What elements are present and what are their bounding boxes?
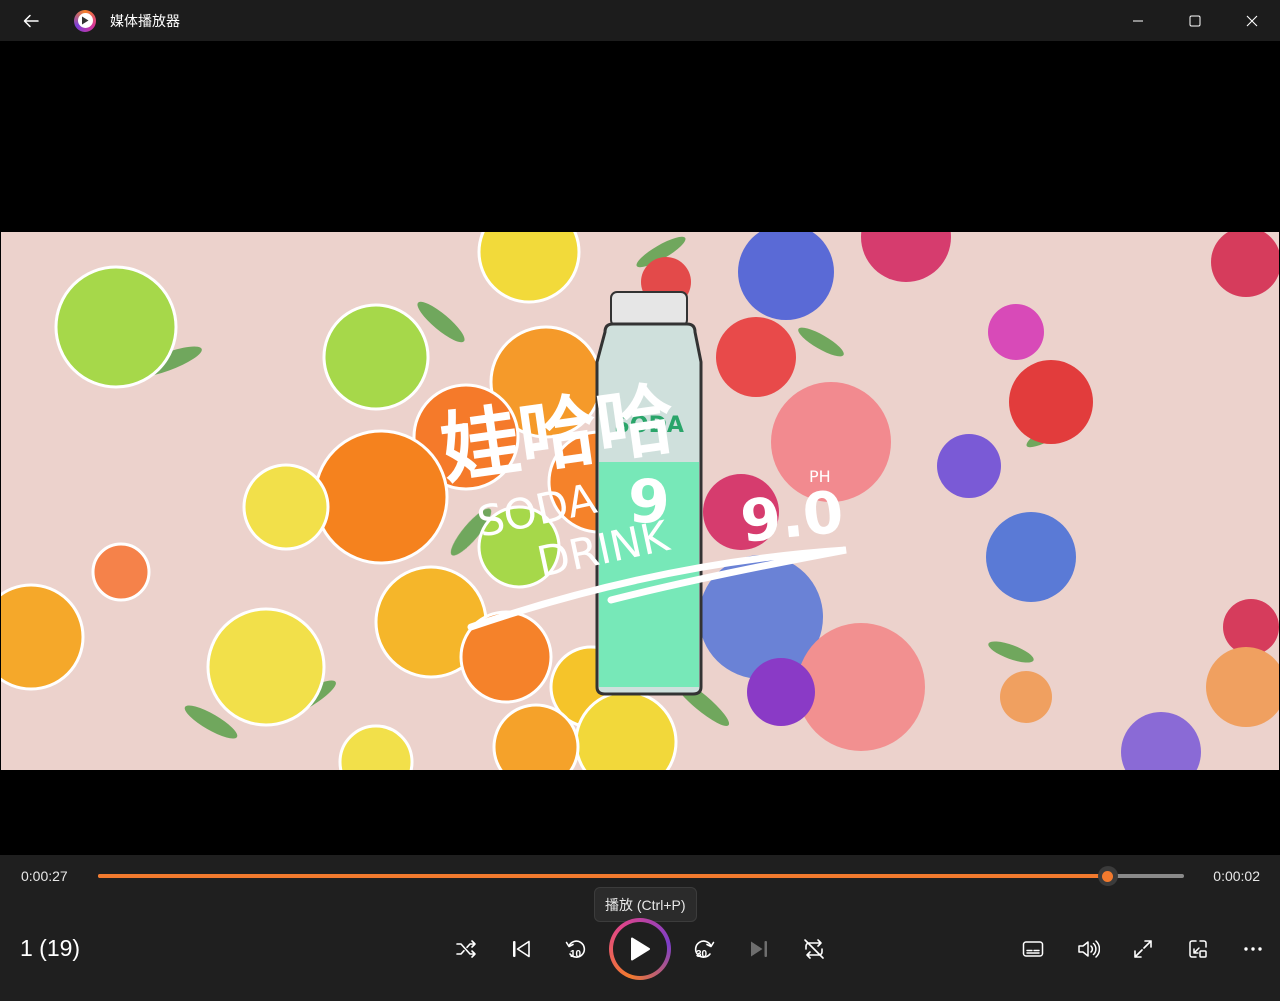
app-title: 媒体播放器: [110, 12, 180, 29]
repeat-button[interactable]: [794, 929, 834, 969]
minimize-button[interactable]: [1109, 0, 1166, 41]
volume-icon: [1078, 940, 1100, 958]
skip-back-10-button[interactable]: 10: [556, 929, 596, 969]
repeat-off-icon: [804, 939, 824, 959]
shuffle-button[interactable]: [446, 929, 486, 969]
transport-controls: 0:00:27 0:00:02 播放 (Ctrl+P) 1 (19) 10 30: [0, 855, 1280, 1001]
remaining-time: 0:00:02: [1213, 868, 1260, 884]
track-info: 1 (19): [20, 935, 81, 961]
subtitles-button[interactable]: [1013, 929, 1053, 969]
more-options-icon: [1244, 947, 1262, 951]
next-button[interactable]: [739, 929, 779, 969]
seek-bar[interactable]: [98, 866, 1184, 886]
maximize-icon: [1189, 15, 1200, 26]
more-options-button[interactable]: [1233, 929, 1273, 969]
previous-icon: [513, 940, 530, 958]
seek-progress: [98, 874, 1108, 878]
mini-player-icon: [1189, 940, 1207, 958]
overlay-ph-unit: PH: [809, 467, 831, 486]
mini-player-button[interactable]: [1178, 929, 1218, 969]
fullscreen-button[interactable]: [1123, 929, 1163, 969]
back-button[interactable]: [0, 0, 62, 41]
video-viewport[interactable]: SODA 9 娃哈哈 SODA DRINK 9.0 PH: [0, 41, 1280, 855]
skip-back-label: 10: [570, 949, 582, 960]
previous-button[interactable]: [501, 929, 541, 969]
maximize-button[interactable]: [1166, 0, 1223, 41]
subtitles-icon: [1022, 941, 1044, 957]
skip-forward-label: 30: [696, 949, 708, 960]
play-button[interactable]: [609, 918, 671, 980]
overlay-ph-value: 9.0: [737, 478, 846, 556]
fullscreen-icon: [1134, 940, 1152, 958]
play-icon: [631, 937, 650, 961]
seek-thumb[interactable]: [1097, 866, 1118, 886]
elapsed-time: 0:00:27: [21, 868, 68, 884]
minimize-icon: [1132, 20, 1143, 21]
title-bar: 媒体播放器: [0, 0, 1280, 41]
video-frame-image: SODA 9 娃哈哈 SODA DRINK 9.0 PH: [1, 232, 1279, 770]
skip-forward-30-button[interactable]: 30: [684, 929, 724, 969]
close-button[interactable]: [1223, 0, 1280, 41]
close-icon: [1246, 15, 1257, 26]
media-player-logo-icon: [74, 9, 96, 32]
shuffle-icon: [456, 940, 476, 958]
play-tooltip: 播放 (Ctrl+P): [594, 887, 697, 922]
back-arrow-icon: [23, 14, 39, 27]
volume-button[interactable]: [1068, 929, 1108, 969]
video-frame: SODA 9 娃哈哈 SODA DRINK 9.0 PH: [1, 232, 1279, 770]
next-icon: [751, 941, 767, 957]
